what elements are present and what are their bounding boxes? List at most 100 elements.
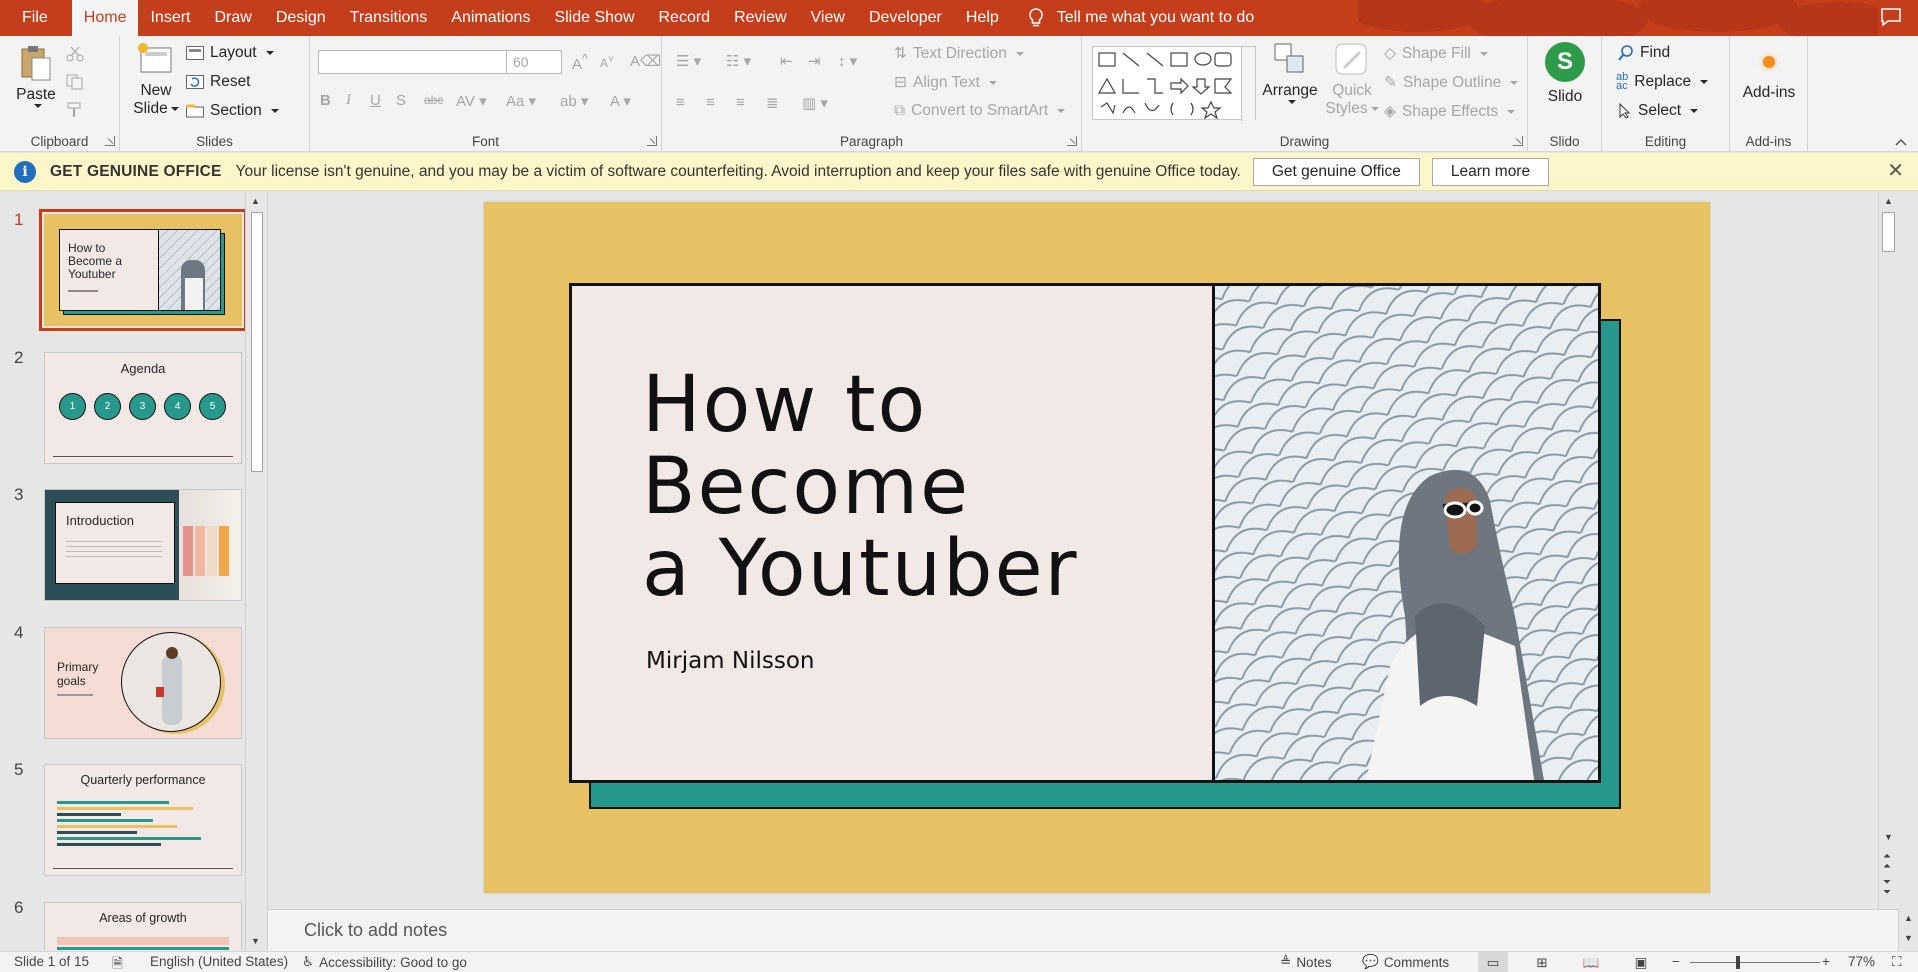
comments-icon[interactable] xyxy=(1880,7,1902,27)
quick-styles-button[interactable]: Quick Styles xyxy=(1324,42,1380,118)
drawing-launcher[interactable] xyxy=(1513,136,1523,146)
underline-icon[interactable]: U xyxy=(370,92,381,109)
align-text-button[interactable]: ⊟ Align Text xyxy=(894,73,997,92)
thumb-scroll-down-icon[interactable]: ▼ xyxy=(251,936,260,946)
shape-effects-button[interactable]: ◈ Shape Effects xyxy=(1384,102,1516,121)
tab-review[interactable]: Review xyxy=(722,0,798,36)
notes-scroll-down-icon[interactable]: ▼ xyxy=(1904,933,1913,943)
slide-show-view-button[interactable]: ▣ xyxy=(1626,952,1656,972)
layout-button[interactable]: Layout xyxy=(186,44,274,62)
italic-icon[interactable]: I xyxy=(346,92,351,109)
zoom-in-button[interactable]: + xyxy=(1822,954,1830,969)
copy-icon[interactable] xyxy=(66,74,84,90)
slide-thumbnail-5[interactable]: Quarterly performance xyxy=(44,764,242,876)
paragraph-launcher[interactable] xyxy=(1067,136,1077,146)
shapes-gallery-scroll[interactable] xyxy=(1241,47,1255,121)
slido-button[interactable]: S Slido xyxy=(1540,42,1590,106)
convert-smartart-button[interactable]: ⧉ Convert to SmartArt xyxy=(894,102,1066,120)
editor-scrollbar[interactable]: ▲ ▼ ⏶ ⏶ ⏷ ⏷ xyxy=(1878,192,1898,909)
shape-fill-button[interactable]: ◇ Shape Fill xyxy=(1384,44,1488,63)
numbering-icon[interactable]: ☷ ▾ xyxy=(726,52,751,70)
text-direction-button[interactable]: ⇅ Text Direction xyxy=(894,44,1024,63)
justify-icon[interactable]: ≣ xyxy=(766,94,779,112)
notes-pane[interactable]: Click to add notes xyxy=(268,909,1898,951)
normal-view-button[interactable]: ▭ xyxy=(1478,952,1508,972)
tab-design[interactable]: Design xyxy=(264,0,338,36)
close-icon[interactable]: ✕ xyxy=(1887,161,1904,181)
character-spacing-icon[interactable]: AV ▾ xyxy=(456,92,487,110)
get-genuine-office-button[interactable]: Get genuine Office xyxy=(1252,157,1420,186)
current-slide[interactable]: How to Become a Youtuber Mirjam Nilsson xyxy=(484,202,1710,893)
notes-scroll-up-icon[interactable]: ▲ xyxy=(1904,913,1913,923)
thumbnail-scrollbar[interactable]: ▲ ▼ xyxy=(245,192,267,950)
previous-slide-icon[interactable]: ⏶ ⏶ xyxy=(1883,852,1891,872)
shape-outline-button[interactable]: ✎ Shape Outline xyxy=(1384,73,1519,92)
notes-toggle[interactable]: ≜ Notes xyxy=(1280,954,1332,970)
tell-me-search[interactable]: Tell me what you want to do xyxy=(1027,0,1254,36)
accessibility-status[interactable]: ♿ Accessibility: Good to go xyxy=(302,954,467,970)
strikethrough-icon[interactable]: abc xyxy=(424,93,443,107)
align-right-icon[interactable]: ≡ xyxy=(736,94,745,111)
select-button[interactable]: Select xyxy=(1618,102,1699,120)
tab-slide-show[interactable]: Slide Show xyxy=(542,0,646,36)
addins-button[interactable]: Add-ins xyxy=(1738,46,1800,102)
shapes-gallery[interactable] xyxy=(1092,46,1256,121)
section-button[interactable]: Section xyxy=(186,102,279,120)
increase-font-icon[interactable]: A^ xyxy=(572,52,588,73)
slide-thumbnail-1[interactable]: How to Become a Youtuber xyxy=(39,209,247,331)
tab-view[interactable]: View xyxy=(799,0,857,36)
zoom-level[interactable]: 77% xyxy=(1848,954,1875,969)
tab-help[interactable]: Help xyxy=(954,0,1011,36)
font-name-combo[interactable] xyxy=(318,50,508,74)
text-shadow-icon[interactable]: S xyxy=(396,92,406,109)
scroll-up-icon[interactable]: ▲ xyxy=(1884,196,1893,206)
zoom-slider-thumb[interactable] xyxy=(1736,956,1740,969)
decrease-indent-icon[interactable]: ⇤ xyxy=(780,52,793,70)
increase-indent-icon[interactable]: ⇥ xyxy=(808,52,821,70)
tab-insert[interactable]: Insert xyxy=(138,0,202,36)
comments-toggle[interactable]: 💬 Comments xyxy=(1362,954,1449,970)
tab-transitions[interactable]: Transitions xyxy=(338,0,440,36)
replace-button[interactable]: ab ac Replace xyxy=(1616,72,1709,92)
thumbnail-scroll-thumb[interactable] xyxy=(251,212,263,472)
next-slide-icon[interactable]: ⏷ ⏷ xyxy=(1883,878,1891,898)
slide-thumbnail-6[interactable]: Areas of growth xyxy=(44,902,242,950)
reset-button[interactable]: Reset xyxy=(186,73,251,91)
tab-draw[interactable]: Draw xyxy=(202,0,263,36)
new-slide-button[interactable]: New Slide xyxy=(130,42,182,118)
tab-file[interactable]: File xyxy=(0,0,72,36)
clear-formatting-icon[interactable]: A⌫ xyxy=(630,52,661,70)
zoom-out-button[interactable]: − xyxy=(1672,954,1680,969)
zoom-slider-track[interactable] xyxy=(1690,962,1820,963)
reading-view-button[interactable]: 📖 xyxy=(1576,952,1606,972)
slide-thumbnail-2[interactable]: Agenda 1 2 3 4 5 xyxy=(44,352,242,464)
bullets-icon[interactable]: ☰ ▾ xyxy=(676,52,701,70)
thumb-scroll-up-icon[interactable]: ▲ xyxy=(251,196,260,206)
bold-icon[interactable]: B xyxy=(320,92,331,109)
find-button[interactable]: Find xyxy=(1618,44,1670,62)
slide-photo[interactable] xyxy=(1212,286,1598,780)
tab-home[interactable]: Home xyxy=(71,0,139,36)
font-launcher[interactable] xyxy=(647,136,657,146)
highlight-icon[interactable]: ab ▾ xyxy=(560,92,588,110)
line-spacing-icon[interactable]: ↕ ▾ xyxy=(838,52,857,70)
language-status[interactable]: English (United States) xyxy=(150,954,288,969)
collapse-ribbon-icon[interactable] xyxy=(1894,137,1908,147)
columns-icon[interactable]: ▥ ▾ xyxy=(802,94,828,112)
arrange-button[interactable]: Arrange xyxy=(1260,42,1320,104)
align-center-icon[interactable]: ≡ xyxy=(706,94,715,111)
font-size-combo[interactable]: 60 xyxy=(506,50,562,74)
editor-scroll-thumb[interactable] xyxy=(1882,212,1895,252)
clipboard-launcher[interactable] xyxy=(105,136,115,146)
align-left-icon[interactable]: ≡ xyxy=(676,94,685,111)
notes-scrollbar[interactable]: ▲ ▼ xyxy=(1898,909,1918,951)
slide-thumbnail-4[interactable]: Primary goals xyxy=(44,627,242,739)
paste-button[interactable]: Paste xyxy=(14,44,58,108)
format-painter-icon[interactable] xyxy=(66,102,84,118)
slide-title[interactable]: How to Become a Youtuber xyxy=(642,364,1202,610)
change-case-icon[interactable]: Aa ▾ xyxy=(506,92,536,110)
tab-record[interactable]: Record xyxy=(647,0,723,36)
scroll-down-icon[interactable]: ▼ xyxy=(1884,832,1893,842)
slide-thumbnail-3[interactable]: Introduction xyxy=(44,489,242,601)
font-color-icon[interactable]: A ▾ xyxy=(610,92,631,110)
